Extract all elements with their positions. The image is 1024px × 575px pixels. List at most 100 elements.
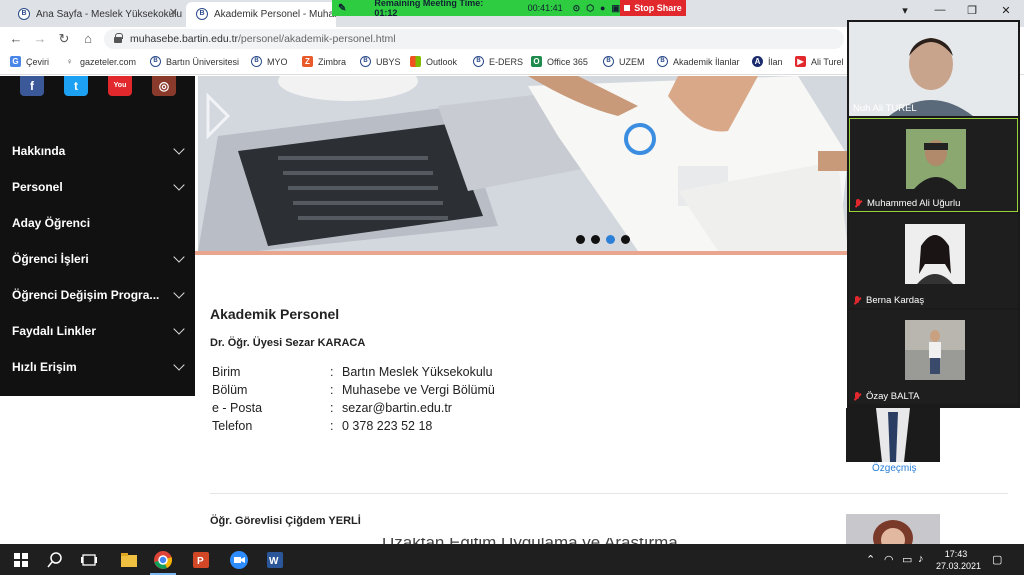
task-view-icon[interactable] — [78, 549, 100, 571]
windows-start-icon[interactable] — [10, 549, 32, 571]
powerpoint-icon[interactable]: P — [190, 549, 212, 571]
mic-muted-icon — [853, 392, 862, 401]
zimbra-icon: Z — [302, 56, 313, 67]
participant-photo — [905, 224, 965, 284]
participant-video — [849, 22, 1018, 116]
back-icon[interactable]: ← — [8, 31, 24, 47]
menu-hizli-erisim[interactable]: Hızlı Erişim — [0, 349, 195, 385]
tab-title: Akademik Personel - Muhasebe — [214, 9, 336, 20]
forward-icon[interactable]: → — [32, 31, 48, 47]
participant-name: Özay BALTA — [853, 391, 920, 402]
bookmark-myo[interactable]: B MYO — [251, 56, 288, 67]
office-icon: O — [531, 56, 542, 67]
bookmark-ali-turel[interactable]: ▶ Ali Turel — [795, 56, 844, 67]
staff-photo — [846, 514, 940, 544]
home-icon[interactable]: ⌂ — [80, 31, 96, 47]
tab-title: Ana Sayfa - Meslek Yüksekokulu — [36, 9, 183, 20]
instagram-icon[interactable]: ◎ — [152, 76, 176, 96]
recording-icon[interactable]: ● — [600, 3, 605, 13]
tab-ana-sayfa[interactable]: B Ana Sayfa - Meslek Yüksekokulu ✕ — [8, 2, 186, 27]
elapsed-time: 00:41:41 — [527, 3, 563, 13]
laptop-photo — [198, 76, 848, 251]
bookmark-ubys[interactable]: B UBYS — [360, 56, 401, 67]
facebook-icon[interactable]: f — [20, 76, 44, 96]
twitter-icon[interactable]: t — [64, 76, 88, 96]
security-icon[interactable]: ▣ — [611, 3, 620, 14]
chevron-down-icon — [173, 287, 185, 299]
restore-icon[interactable]: ❐ — [962, 4, 982, 17]
chevron-down-icon — [173, 323, 185, 335]
chrome-icon[interactable] — [152, 549, 174, 571]
menu-personel[interactable]: Personel — [0, 169, 195, 205]
video-tile[interactable]: Berna Kardaş — [849, 214, 1018, 308]
bookmark-uzem[interactable]: B UZEM — [603, 56, 645, 67]
url-host: muhasebe.bartin.edu.tr — [130, 33, 238, 45]
menu-aday-ogrenci[interactable]: Aday Öğrenci — [0, 205, 195, 241]
translate-icon: G — [10, 56, 21, 67]
participant-name: Muhammed Ali Uğurlu — [854, 198, 960, 209]
university-logo-icon: B — [150, 56, 161, 67]
reload-icon[interactable]: ↻ — [56, 31, 72, 47]
battery-icon[interactable]: ▭ — [902, 553, 912, 566]
shield-icon[interactable]: ⬡ — [586, 3, 594, 14]
bookmark-outlook[interactable]: Outlook — [410, 56, 457, 67]
svg-text:P: P — [197, 556, 204, 567]
stop-share-button[interactable]: Stop Share — [620, 0, 686, 16]
word-icon[interactable]: W — [264, 549, 286, 571]
bookmark-zimbra[interactable]: Z Zimbra — [302, 56, 346, 67]
ilan-icon: A — [752, 56, 763, 67]
bookmark-akademik-ilanlar[interactable]: B Akademik İlanlar — [657, 56, 740, 67]
remaining-time: Remaining Meeting Time: 01:12 — [374, 0, 484, 18]
hero-slider[interactable] — [198, 76, 848, 251]
bookmark-e-ders[interactable]: B E-DERS — [473, 56, 523, 67]
menu-ogrenci-isleri[interactable]: Öğrenci İşleri — [0, 241, 195, 277]
zoom-icon[interactable] — [228, 549, 250, 571]
close-tab-icon[interactable]: ✕ — [169, 6, 178, 19]
university-logo-icon: B — [603, 56, 614, 67]
slider-dot-active[interactable] — [606, 235, 615, 244]
chevron-down-icon — [173, 143, 185, 155]
close-window-icon[interactable]: ✕ — [996, 4, 1016, 17]
staff-name: Dr. Öğr. Üyesi Sezar KARACA — [210, 337, 366, 349]
bulb-icon: ♀ — [64, 56, 75, 67]
video-tile[interactable]: Özay BALTA — [849, 310, 1018, 404]
stop-icon — [624, 5, 631, 11]
bookmark-ceviri[interactable]: G Çeviri — [10, 56, 49, 67]
video-tile[interactable]: Nuh Ali TUREL — [849, 22, 1018, 116]
menu-ogrenci-degisim[interactable]: Öğrenci Değişim Progra... — [0, 277, 195, 313]
tab-akademik-personel[interactable]: B Akademik Personel - Muhasebe — [186, 2, 336, 27]
divider — [195, 251, 848, 255]
cv-link[interactable]: Özgeçmiş — [872, 463, 916, 474]
participant-name: Berna Kardaş — [853, 295, 924, 306]
file-explorer-icon[interactable] — [118, 549, 140, 571]
youtube-icon[interactable]: You — [108, 76, 132, 96]
volume-icon[interactable]: ♪ — [918, 553, 924, 565]
lock-icon — [114, 33, 123, 43]
search-icon[interactable] — [44, 549, 66, 571]
bookmark-gazeteler[interactable]: ♀ gazeteler.com — [64, 56, 136, 67]
info-icon[interactable]: ⊙ — [573, 3, 581, 14]
bookmark-office-365[interactable]: O Office 365 — [531, 56, 588, 67]
show-hidden-icons-icon[interactable]: ⌃ — [866, 553, 875, 566]
minimize-icon[interactable]: — — [930, 4, 950, 16]
slider-dot[interactable] — [591, 235, 600, 244]
slider-dot[interactable] — [576, 235, 585, 244]
slider-dot[interactable] — [621, 235, 630, 244]
video-participants-panel: Nuh Ali TUREL Muhammed Ali Uğurlu Berna … — [847, 20, 1020, 408]
url-bar[interactable]: muhasebe.bartin.edu.tr/personel/akademik… — [104, 29, 844, 49]
bookmark-ilan[interactable]: A İlan — [752, 56, 783, 67]
network-icon[interactable]: ◠ — [884, 553, 894, 566]
university-logo-icon: B — [18, 8, 30, 20]
menu-faydali-linkler[interactable]: Faydalı Linkler — [0, 313, 195, 349]
divider — [210, 493, 1008, 494]
page-title: Akademik Personel — [210, 306, 340, 322]
video-tile-active[interactable]: Muhammed Ali Uğurlu — [849, 118, 1018, 212]
bookmark-bartin-universitesi[interactable]: B Bartın Üniversitesi — [150, 56, 239, 67]
tab-search-icon[interactable]: ▾ — [895, 4, 915, 17]
university-logo-icon: B — [360, 56, 371, 67]
mic-muted-icon — [853, 296, 862, 305]
system-clock[interactable]: 17:43 27.03.2021 — [936, 548, 981, 572]
participant-photo — [905, 320, 965, 380]
notifications-icon[interactable]: ▢ — [992, 553, 1002, 566]
menu-hakkinda[interactable]: Hakkında — [0, 133, 195, 169]
